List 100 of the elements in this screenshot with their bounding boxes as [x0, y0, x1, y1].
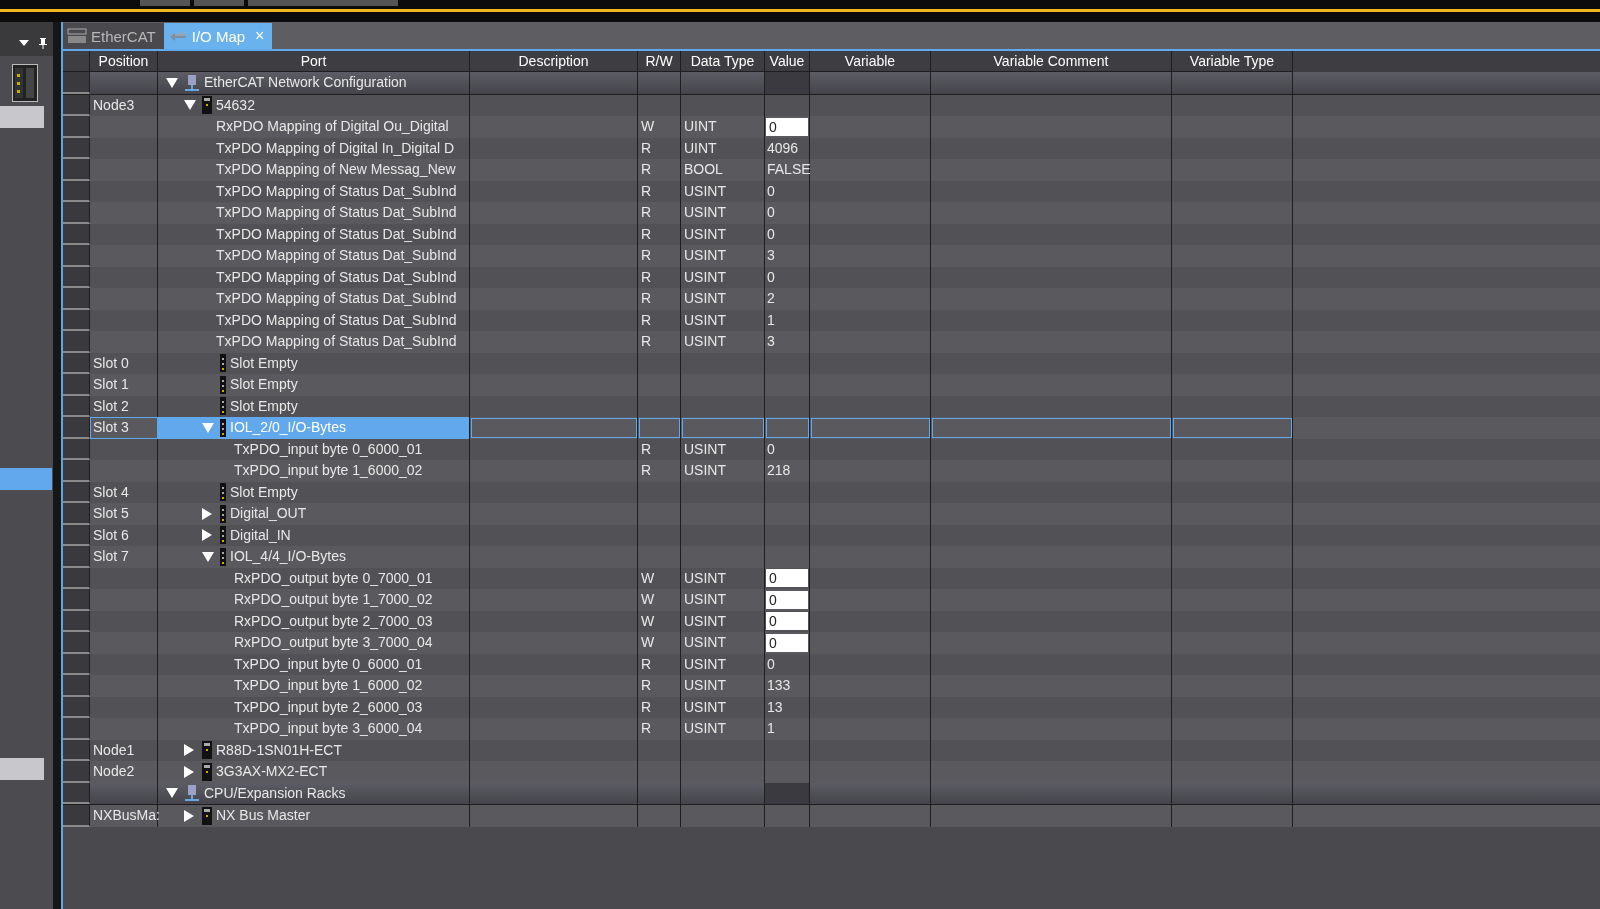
- ecat-icon: [67, 28, 87, 44]
- position-cell: Slot 7: [90, 546, 158, 568]
- row-header[interactable]: [63, 503, 90, 525]
- expand-icon[interactable]: [184, 809, 194, 822]
- row-header[interactable]: [63, 223, 90, 245]
- expand-icon[interactable]: [184, 765, 194, 778]
- data-type-cell: BOOL: [681, 159, 765, 181]
- port-cell[interactable]: TxPDO_input byte 1_6000_02: [158, 460, 470, 482]
- row-header[interactable]: [63, 309, 90, 331]
- module-icon: [220, 375, 226, 394]
- dropdown-icon[interactable]: [19, 40, 29, 46]
- row-header[interactable]: [63, 94, 90, 116]
- port-cell[interactable]: EtherCAT Network Configuration: [158, 72, 470, 94]
- row-header[interactable]: [63, 632, 90, 654]
- row-header[interactable]: [63, 395, 90, 417]
- port-cell[interactable]: Digital_OUT: [158, 503, 470, 525]
- device-icon: [202, 741, 212, 760]
- data-type-cell: USINT: [681, 245, 765, 267]
- port-cell[interactable]: TxPDO_input byte 3_6000_04: [158, 718, 470, 740]
- module-icon: [220, 504, 226, 523]
- port-cell[interactable]: TxPDO Mapping of Status Dat_SubInd: [158, 288, 470, 310]
- collapse-icon[interactable]: [184, 100, 196, 111]
- data-type-cell: USINT: [681, 460, 765, 482]
- row-header[interactable]: [63, 72, 90, 94]
- port-cell[interactable]: RxPDO Mapping of Digital Ou_Digital: [158, 116, 470, 138]
- module-icon: [220, 418, 226, 437]
- value-field[interactable]: 0: [766, 590, 808, 609]
- position-cell: Slot 1: [90, 374, 158, 396]
- row-header[interactable]: [63, 374, 90, 396]
- port-cell[interactable]: Slot Empty: [158, 374, 470, 396]
- device-icon: [202, 762, 212, 781]
- row-header[interactable]: [63, 417, 90, 439]
- row-header[interactable]: [63, 331, 90, 353]
- port-cell[interactable]: TxPDO Mapping of Status Dat_SubInd: [158, 245, 470, 267]
- data-type-cell: UINT: [681, 116, 765, 138]
- row-header[interactable]: [63, 352, 90, 374]
- row-header[interactable]: [63, 438, 90, 460]
- rw-cell: R: [638, 288, 681, 310]
- row-header[interactable]: [63, 610, 90, 632]
- row-header[interactable]: [63, 675, 90, 697]
- device-icon: [202, 96, 212, 115]
- data-type-cell: USINT: [681, 632, 765, 654]
- collapse-icon[interactable]: [166, 77, 178, 88]
- row-header[interactable]: [63, 137, 90, 159]
- port-cell[interactable]: 3G3AX-MX2-ECT: [158, 761, 470, 783]
- row-header[interactable]: [63, 653, 90, 675]
- data-type-cell: USINT: [681, 202, 765, 224]
- row-header[interactable]: [63, 567, 90, 589]
- row-header[interactable]: [63, 116, 90, 138]
- row-header[interactable]: [63, 805, 90, 827]
- position-cell: Slot 5: [90, 503, 158, 525]
- port-cell[interactable]: TxPDO Mapping of Status Dat_SubInd: [158, 331, 470, 353]
- rw-cell: W: [638, 116, 681, 138]
- data-type-cell: USINT: [681, 718, 765, 740]
- device-icon: [202, 806, 212, 825]
- row-header[interactable]: [63, 288, 90, 310]
- row-header[interactable]: [63, 761, 90, 783]
- row-header[interactable]: [63, 589, 90, 611]
- panel-splitter[interactable]: [53, 22, 63, 909]
- row-header[interactable]: [63, 202, 90, 224]
- network-icon: [184, 73, 200, 92]
- pin-icon[interactable]: [39, 37, 47, 49]
- value-field[interactable]: 0: [766, 633, 808, 652]
- row-header[interactable]: [63, 782, 90, 804]
- controller-icon[interactable]: [12, 64, 38, 102]
- port-cell[interactable]: TxPDO Mapping of New Messag_New: [158, 159, 470, 181]
- value-cell: FALSE: [765, 159, 810, 181]
- expand-icon[interactable]: [202, 507, 212, 520]
- port-cell[interactable]: NX Bus Master: [158, 805, 470, 827]
- collapse-icon[interactable]: [166, 788, 178, 799]
- row-header[interactable]: [63, 481, 90, 503]
- row-header[interactable]: [63, 718, 90, 740]
- port-cell[interactable]: RxPDO_output byte 3_7000_04: [158, 632, 470, 654]
- value-field[interactable]: 0: [766, 117, 808, 136]
- row-header[interactable]: [63, 180, 90, 202]
- module-icon: [220, 547, 226, 566]
- expand-icon[interactable]: [184, 744, 194, 757]
- port-cell[interactable]: IOL_4/4_I/O-Bytes: [158, 546, 470, 568]
- rw-cell: R: [638, 675, 681, 697]
- row-header[interactable]: [63, 546, 90, 568]
- row-header[interactable]: [63, 739, 90, 761]
- arrows-icon: [167, 29, 188, 43]
- row-header[interactable]: [63, 696, 90, 718]
- data-type-cell: USINT: [681, 331, 765, 353]
- port-cell[interactable]: TxPDO Mapping of Status Dat_SubInd: [158, 202, 470, 224]
- data-type-cell: USINT: [681, 288, 765, 310]
- value-field[interactable]: 0: [766, 612, 808, 631]
- port-cell[interactable]: CPU/Expansion Racks: [158, 782, 470, 804]
- port-cell[interactable]: RxPDO_output byte 1_7000_02: [158, 589, 470, 611]
- row-header[interactable]: [63, 245, 90, 267]
- module-icon: [220, 354, 226, 373]
- row-header[interactable]: [63, 460, 90, 482]
- row-header[interactable]: [63, 524, 90, 546]
- row-header[interactable]: [63, 266, 90, 288]
- row-header[interactable]: [63, 159, 90, 181]
- port-cell[interactable]: TxPDO_input byte 1_6000_02: [158, 675, 470, 697]
- value-field[interactable]: 0: [766, 569, 808, 588]
- collapse-icon[interactable]: [202, 551, 214, 562]
- editor-tab[interactable]: EtherCAT: [63, 23, 164, 49]
- expand-icon[interactable]: [202, 529, 212, 542]
